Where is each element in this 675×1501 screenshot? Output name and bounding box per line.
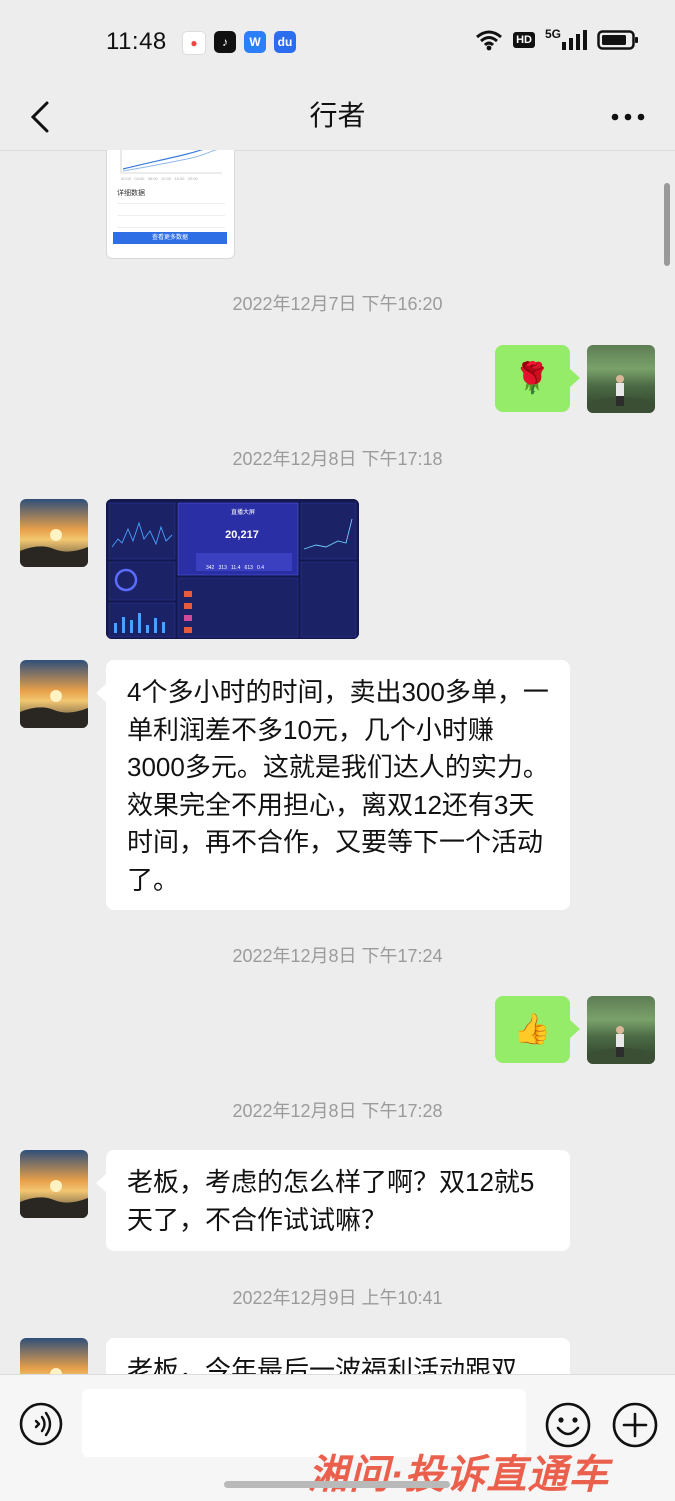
notification-icons: ● ♪ W du: [182, 31, 296, 55]
more-icon: [611, 113, 645, 121]
received-message-bubble[interactable]: 4个多小时的时间，卖出300多单，一单利润差不多10元，几个小时赚3000多元。…: [96, 660, 570, 910]
sent-message-bubble[interactable]: 👍: [495, 996, 580, 1063]
my-avatar[interactable]: [587, 996, 655, 1064]
dashboard-headline-number: 20,217: [225, 529, 259, 541]
voice-input-button[interactable]: [19, 1402, 63, 1446]
chat-header: 行者: [0, 84, 675, 151]
thumbs-up-emoji-icon: 👍: [513, 1013, 552, 1046]
hd-badge: HD: [513, 32, 535, 48]
timestamp: 2022年12月8日 下午17:24: [232, 946, 443, 966]
contact-avatar[interactable]: [20, 1338, 88, 1374]
contact-avatar[interactable]: [20, 1150, 88, 1218]
person-photo: [587, 1026, 655, 1064]
plus-icon: [612, 1402, 658, 1448]
timestamp: 2022年12月8日 下午17:28: [232, 1101, 443, 1121]
wallet-app-icon: W: [244, 31, 266, 53]
timestamp: 2022年12月7日 下午16:20: [232, 294, 443, 314]
svg-text:342 313 11.4 613 0.4: 342 313 11.4 613 0.4: [206, 565, 264, 571]
chat-title: 行者: [309, 100, 366, 131]
sunset-photo: [20, 660, 88, 728]
person-photo: [587, 375, 655, 413]
timestamp: 2022年12月9日 上午10:41: [232, 1288, 443, 1308]
sunset-photo: [20, 1150, 88, 1218]
contact-avatar[interactable]: [20, 660, 88, 728]
system-status: HD 5G: [475, 27, 639, 51]
dashboard-title: 直播大屏: [231, 510, 256, 516]
sent-message-bubble[interactable]: 🌹: [495, 345, 580, 412]
contact-avatar[interactable]: [20, 499, 88, 567]
timestamp: 2022年12月8日 下午17:18: [232, 449, 443, 469]
home-indicator[interactable]: [224, 1481, 450, 1488]
svg-text:00:00 04:00 08:00 12:00: 00:00 04:00 08:00 12:00 16:00 20:00: [121, 176, 199, 181]
baidu-app-icon: du: [274, 31, 296, 53]
network-label: 5G: [544, 27, 561, 41]
wifi-icon: [476, 30, 503, 51]
chat-history[interactable]: 00:00 04:00 08:00 12:00 16:00 20:00 详细数据…: [0, 150, 675, 1374]
received-message-bubble[interactable]: 老板，考虑的怎么样了啊？双12就5天了，不合作试试嘛？: [96, 1150, 570, 1251]
view-more-data-button: 查看更多数据: [113, 232, 227, 244]
image-message-screenshot[interactable]: 00:00 04:00 08:00 12:00 16:00 20:00 详细数据…: [106, 150, 235, 259]
tiktok-app-icon: ♪: [214, 31, 236, 53]
live-dashboard-thumbnail: 342 313 11.4 613 0.4: [106, 499, 359, 639]
more-options-button[interactable]: [601, 96, 655, 138]
rose-emoji-icon: 🌹: [513, 362, 552, 395]
line-chart-thumbnail: 00:00 04:00 08:00 12:00 16:00 20:00: [120, 150, 222, 181]
sunset-photo: [20, 1338, 88, 1374]
chat-scrollbar[interactable]: [664, 183, 670, 266]
battery-icon: [597, 30, 638, 50]
voice-icon: [19, 1402, 63, 1446]
signal-icon: [562, 30, 587, 50]
clock: 11:48: [106, 28, 167, 55]
watermark-logo: 湘问·投诉直通车: [308, 1453, 610, 1497]
sunset-photo: [20, 499, 88, 567]
more-functions-button[interactable]: [612, 1402, 658, 1448]
received-message-bubble[interactable]: 老板，今年最后一波福利活动跟双: [106, 1338, 570, 1374]
my-avatar[interactable]: [587, 345, 655, 413]
status-bar: 11:48 ● ♪ W du HD 5G: [0, 0, 675, 84]
map-app-icon: ●: [182, 31, 206, 55]
image-message-dashboard[interactable]: 342 313 11.4 613 0.4 直播大屏 20,217: [106, 499, 359, 639]
detail-data-title: 详细数据: [117, 190, 145, 197]
